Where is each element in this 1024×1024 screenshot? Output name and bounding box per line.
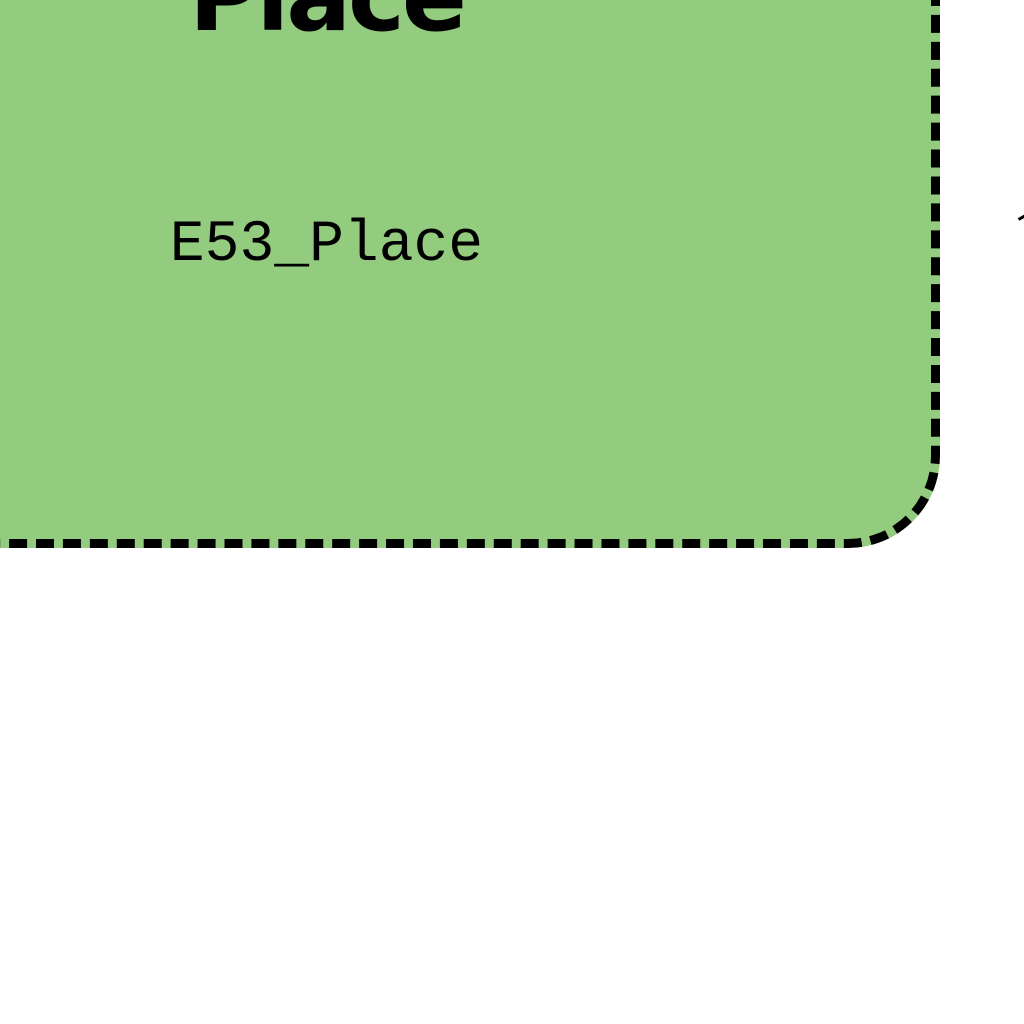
diagram-canvas: Place E53_Place [0, 0, 1024, 1024]
node-title: Place [0, 0, 784, 45]
node-class-label: E53_Place [169, 213, 484, 278]
edge-arrow-stub [1017, 214, 1024, 221]
place-node[interactable]: Place E53_Place [0, 0, 940, 548]
